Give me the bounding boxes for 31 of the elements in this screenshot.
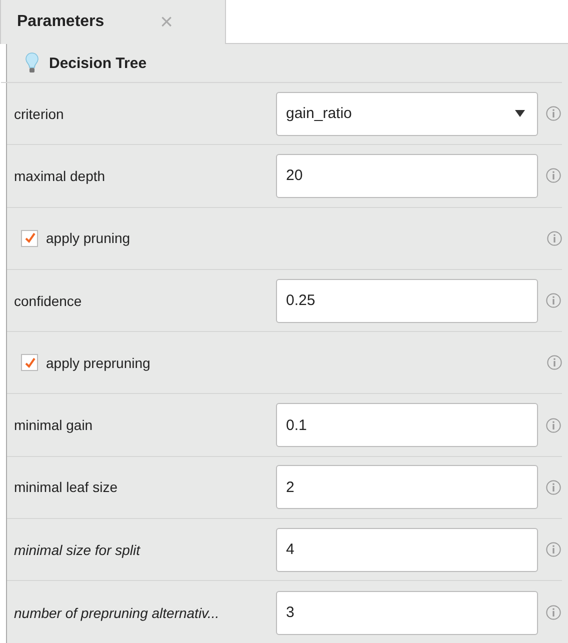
parameter-label: minimal leaf size: [14, 479, 118, 496]
parameter-label: apply pruning: [46, 230, 130, 246]
checkbox[interactable]: [21, 230, 38, 247]
input-field[interactable]: 3: [276, 590, 538, 635]
input-field[interactable]: 20: [276, 154, 538, 198]
input-field[interactable]: 4: [276, 528, 538, 572]
operator-title: Decision Tree: [49, 54, 147, 72]
parameter-label: minimal size for split: [14, 542, 142, 558]
info-icon[interactable]: [546, 168, 561, 184]
info-icon[interactable]: [546, 605, 561, 620]
input-field[interactable]: 0.1: [276, 403, 538, 448]
criterion-dropdown[interactable]: gain_ratio: [276, 92, 538, 136]
parameters-tab[interactable]: Parameters ×: [0, 0, 226, 44]
parameter-label: minimal gain: [14, 417, 94, 434]
info-icon[interactable]: [546, 542, 561, 558]
info-icon[interactable]: [546, 106, 561, 122]
input-field[interactable]: 2: [276, 465, 538, 510]
parameter-label: criterion: [14, 106, 65, 122]
parameter-label: confidence: [14, 292, 83, 309]
info-icon[interactable]: [546, 480, 561, 495]
input-field[interactable]: 0.25: [276, 278, 538, 323]
checkbox[interactable]: [21, 354, 38, 372]
caret-icon: [515, 110, 525, 118]
info-icon[interactable]: [546, 293, 561, 308]
info-icon[interactable]: [547, 230, 562, 246]
lightbulb-icon: [25, 52, 39, 74]
parameter-label: maximal depth: [14, 168, 106, 184]
info-icon[interactable]: [546, 418, 561, 433]
parameter-label: number of prepruning alternativ...: [14, 604, 220, 621]
info-icon[interactable]: [547, 355, 562, 370]
parameter-label: apply prepruning: [46, 354, 150, 371]
